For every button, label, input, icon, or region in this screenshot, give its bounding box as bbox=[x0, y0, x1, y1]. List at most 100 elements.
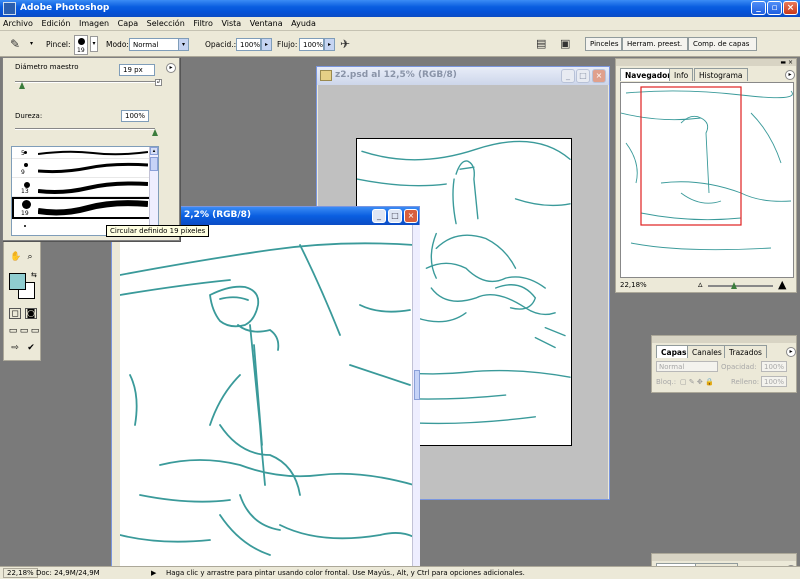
menu-filtro[interactable]: Filtro bbox=[190, 17, 216, 28]
menu-capa[interactable]: Capa bbox=[115, 17, 141, 28]
menu-ayuda[interactable]: Ayuda bbox=[288, 17, 319, 28]
lock-icons[interactable]: ▢ ✎ ✥ 🔒 bbox=[680, 378, 714, 386]
layers-opacity-label: Opacidad: bbox=[721, 363, 757, 371]
photoshop-logo-icon bbox=[3, 2, 16, 15]
palette-grip[interactable] bbox=[652, 554, 796, 561]
brush-stroke-preview bbox=[38, 181, 148, 194]
tab-info[interactable]: Info bbox=[669, 68, 694, 81]
layers-opacity-input[interactable]: 100% bbox=[761, 361, 787, 372]
doc-front-maximize-icon[interactable]: □ bbox=[388, 209, 402, 223]
brush-picker[interactable]: 19 bbox=[74, 35, 88, 55]
quickmask-mode-icon[interactable]: ◙ bbox=[25, 308, 37, 319]
brush-list-scroll-thumb[interactable] bbox=[150, 157, 158, 171]
hardness-slider-track[interactable] bbox=[15, 128, 155, 130]
file-browser-icon[interactable]: ▤ bbox=[536, 37, 546, 50]
navigator-menu-icon[interactable]: ▸ bbox=[785, 70, 795, 80]
foreground-color-swatch[interactable] bbox=[9, 273, 26, 290]
palette-grip[interactable] bbox=[652, 336, 796, 343]
palette-toggle-icon[interactable]: ▣ bbox=[560, 37, 570, 50]
fill-label: Relleno: bbox=[731, 378, 760, 386]
diameter-input[interactable]: 19 px bbox=[119, 64, 155, 76]
navigator-zoom-slider[interactable] bbox=[708, 285, 773, 287]
palette-minimize-icon[interactable]: ▬ × bbox=[780, 59, 793, 66]
opacity-input[interactable]: 100% bbox=[236, 38, 261, 51]
screen-mode-3-icon[interactable]: ▭ bbox=[29, 326, 41, 337]
brush-picker-panel: Diámetro maestro 19 px ▸ ↲ Dureza: 100% … bbox=[2, 57, 180, 241]
brush-tip-dot-icon bbox=[22, 200, 31, 209]
brush-stroke-preview bbox=[38, 150, 148, 156]
fill-input[interactable]: 100% bbox=[761, 376, 787, 387]
diameter-slider-track[interactable] bbox=[15, 81, 155, 83]
brush-tool-icon[interactable]: ✎ bbox=[10, 37, 20, 51]
tab-trazados[interactable]: Trazados bbox=[724, 345, 767, 358]
tab-canales[interactable]: Canales bbox=[687, 345, 727, 358]
palette-well-herram[interactable]: Herram. preest. bbox=[622, 37, 688, 51]
brush-tip-dot-icon bbox=[24, 163, 28, 167]
mode-dropdown-icon[interactable]: ▾ bbox=[178, 38, 189, 51]
toolbox: ✋ ⌕ ⇆ ◻ ◙ ▭ ▭ ▭ ⇨ ✔ bbox=[3, 241, 41, 361]
use-sample-size-icon[interactable]: ↲ bbox=[155, 79, 162, 86]
layers-menu-icon[interactable]: ▸ bbox=[786, 347, 796, 357]
doc-front-close-icon[interactable]: × bbox=[404, 209, 418, 223]
status-doc-size[interactable]: Doc: 24,9M/24,9M bbox=[36, 569, 100, 577]
minimize-icon[interactable]: _ bbox=[751, 1, 766, 15]
tab-histograma[interactable]: Histograma bbox=[694, 68, 748, 81]
menu-archivo[interactable]: Archivo bbox=[0, 17, 36, 28]
brush-preset-9[interactable]: 9 bbox=[12, 159, 158, 178]
scroll-up-icon[interactable]: ▴ bbox=[150, 147, 158, 155]
doc-front-scroll-thumb[interactable] bbox=[414, 370, 420, 400]
brush-tip-icon bbox=[78, 38, 85, 45]
hardness-input[interactable]: 100% bbox=[121, 110, 149, 122]
zoom-tool-icon[interactable]: ⌕ bbox=[24, 252, 36, 263]
menu-ventana[interactable]: Ventana bbox=[247, 17, 286, 28]
menu-seleccion[interactable]: Selección bbox=[144, 17, 188, 28]
opacity-dropdown-icon[interactable]: ▸ bbox=[261, 38, 272, 51]
brush-stroke-preview bbox=[38, 162, 148, 174]
brush-label: Pincel: bbox=[46, 40, 71, 49]
status-arrow-icon[interactable]: ▶ bbox=[151, 569, 156, 577]
standard-mode-icon[interactable]: ◻ bbox=[9, 308, 21, 319]
zoom-in-icon[interactable]: ▲ bbox=[778, 278, 786, 291]
navigator-thumbnail[interactable] bbox=[620, 82, 794, 278]
document-window-front[interactable]: 2,2% (RGB/8) _ □ × bbox=[111, 206, 420, 569]
zoom-out-icon[interactable]: ▵ bbox=[698, 280, 703, 290]
doc-back-close-icon[interactable]: × bbox=[592, 69, 606, 83]
brush-menu-icon[interactable]: ▸ bbox=[166, 63, 176, 73]
close-icon[interactable]: × bbox=[783, 1, 798, 15]
app-title-bar: Adobe Photoshop _ ▫ × bbox=[0, 0, 800, 17]
diameter-label: Diámetro maestro bbox=[15, 63, 79, 71]
tab-navegador[interactable]: Navegador bbox=[620, 68, 676, 81]
palette-grip[interactable] bbox=[616, 59, 796, 66]
brush-preset-13[interactable]: 13 bbox=[12, 178, 158, 197]
imageready-icon[interactable]: ✔ bbox=[25, 343, 37, 354]
doc-front-minimize-icon[interactable]: _ bbox=[372, 209, 386, 223]
tool-preset-arrow-icon[interactable]: ▾ bbox=[30, 40, 33, 47]
swap-colors-icon[interactable]: ⇆ bbox=[31, 271, 37, 279]
palette-well-comp[interactable]: Comp. de capas bbox=[688, 37, 757, 51]
blend-mode-select[interactable]: Normal bbox=[656, 361, 718, 372]
brush-preset-5[interactable]: 5 bbox=[12, 147, 158, 159]
hand-tool-icon[interactable]: ✋ bbox=[10, 252, 22, 263]
doc-back-maximize-icon[interactable]: □ bbox=[576, 69, 590, 83]
menu-edicion[interactable]: Edición bbox=[38, 17, 73, 28]
airbrush-icon[interactable]: ✈ bbox=[340, 37, 350, 51]
menu-vista[interactable]: Vista bbox=[218, 17, 244, 28]
flow-label: Flujo: bbox=[277, 40, 298, 49]
mode-select[interactable]: Normal bbox=[129, 38, 179, 51]
diameter-slider-knob[interactable] bbox=[19, 82, 25, 89]
flow-input[interactable]: 100% bbox=[299, 38, 324, 51]
doc-front-scrollbar[interactable] bbox=[412, 225, 420, 568]
hardness-slider-knob[interactable] bbox=[152, 129, 158, 136]
brush-list-scrollbar[interactable]: ▴ bbox=[149, 147, 158, 235]
status-zoom[interactable]: 22,18% bbox=[3, 568, 38, 578]
menu-bar: Archivo Edición Imagen Capa Selección Fi… bbox=[0, 17, 800, 31]
flow-dropdown-icon[interactable]: ▸ bbox=[324, 38, 335, 51]
brush-picker-arrow-icon[interactable]: ▾ bbox=[90, 36, 98, 52]
palette-well-pinceles[interactable]: Pinceles bbox=[585, 37, 622, 51]
restore-icon[interactable]: ▫ bbox=[767, 1, 782, 15]
brush-preset-19-selected[interactable]: 19 bbox=[12, 197, 158, 219]
navigator-zoom-value[interactable]: 22,18% bbox=[620, 281, 647, 289]
doc-back-minimize-icon[interactable]: _ bbox=[561, 69, 575, 83]
menu-imagen[interactable]: Imagen bbox=[76, 17, 112, 28]
jump-to-imageready-icon[interactable]: ⇨ bbox=[9, 343, 21, 354]
